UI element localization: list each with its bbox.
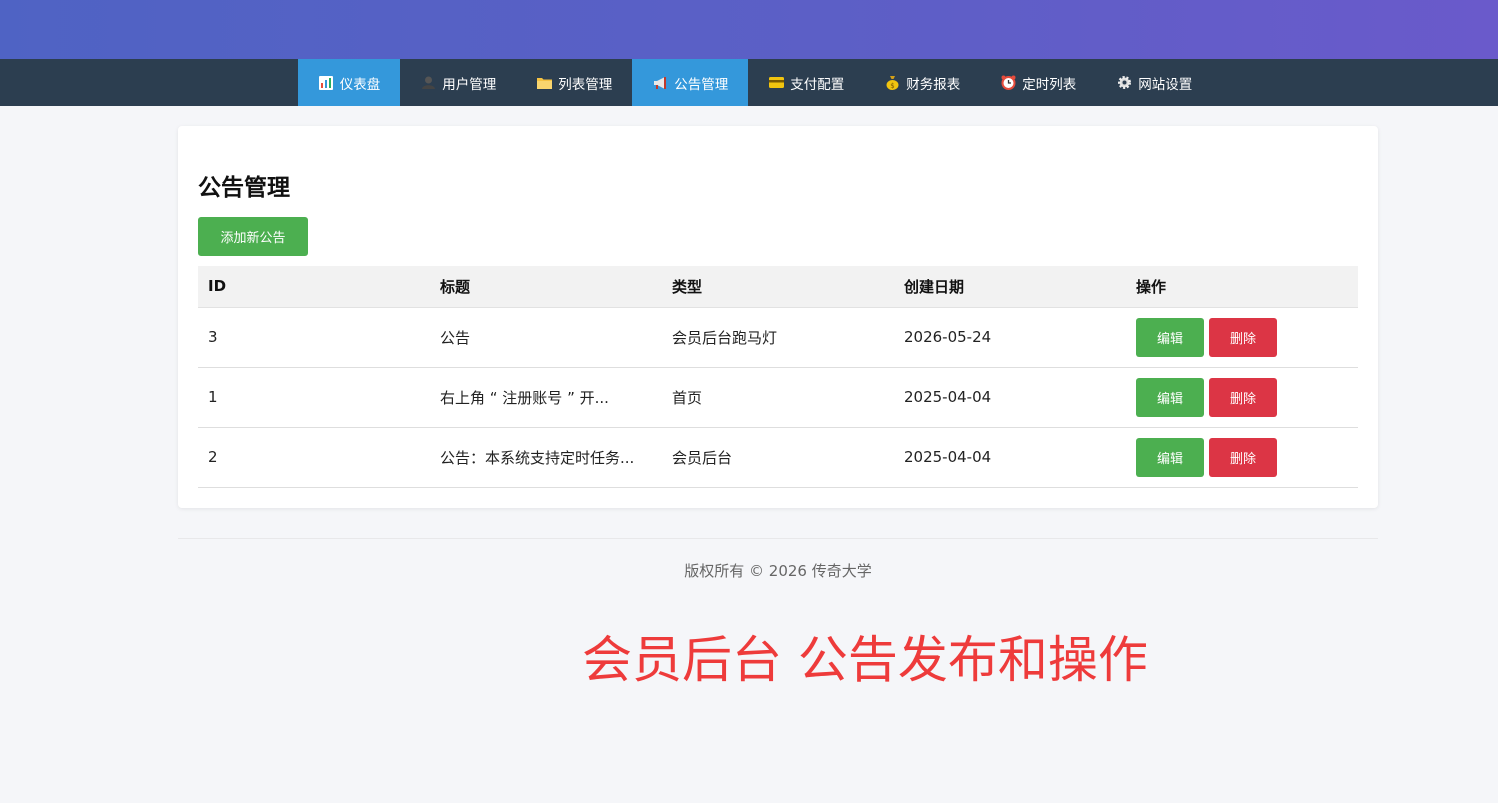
nav-item-dashboard[interactable]: 仪表盘 [297, 59, 401, 106]
money-bag-icon: $ [884, 75, 900, 91]
nav-item-label: 支付配置 [790, 76, 845, 93]
footer-divider [178, 538, 1378, 539]
nav-item-label: 定时列表 [1022, 76, 1077, 93]
nav-items: 仪表盘 用户管理 列表管理 公告管理 支付配置 $ 财务报表 定时列表 网站设置 [297, 59, 1213, 106]
main-nav: 仪表盘 用户管理 列表管理 公告管理 支付配置 $ 财务报表 定时列表 网站设置 [0, 59, 1498, 106]
cell-date: 2025-04-04 [894, 367, 1126, 428]
nav-item-lists[interactable]: 列表管理 [516, 59, 632, 106]
column-header-id: ID [198, 266, 430, 308]
cell-actions: 编辑 删除 [1126, 307, 1358, 368]
cell-actions: 编辑 删除 [1126, 367, 1358, 428]
gear-icon [1116, 75, 1132, 91]
nav-item-finance[interactable]: $ 财务报表 [864, 59, 980, 106]
table-row: 2 公告：本系统支持定时任务... 会员后台 2025-04-04 编辑 删除 [198, 427, 1358, 488]
announcement-table: ID 标题 类型 创建日期 操作 3 公告 会员后台跑马灯 2026-05-24… [198, 266, 1358, 488]
cell-title: 公告：本系统支持定时任务... [430, 427, 662, 488]
credit-card-icon [768, 75, 784, 91]
edit-button[interactable]: 编辑 [1136, 317, 1204, 357]
user-icon [420, 75, 436, 91]
delete-button[interactable]: 删除 [1209, 317, 1277, 357]
table-row: 1 右上角 “ 注册账号 ” 开... 首页 2025-04-04 编辑 删除 [198, 367, 1358, 428]
nav-item-payment[interactable]: 支付配置 [748, 59, 864, 106]
cell-date: 2025-04-04 [894, 427, 1126, 488]
page-title: 公告管理 [198, 175, 290, 201]
copyright-text: 版权所有 © 2026 传奇大学 [684, 562, 872, 580]
edit-button[interactable]: 编辑 [1136, 377, 1204, 417]
megaphone-icon [652, 75, 668, 91]
nav-item-schedule[interactable]: 定时列表 [980, 59, 1096, 106]
nav-item-label: 公告管理 [674, 76, 729, 93]
delete-button[interactable]: 删除 [1209, 437, 1277, 477]
alarm-clock-icon [1000, 75, 1016, 91]
bar-chart-icon [318, 75, 334, 91]
cell-type: 首页 [662, 367, 894, 428]
cell-type: 会员后台 [662, 427, 894, 488]
cell-title: 右上角 “ 注册账号 ” 开... [430, 367, 662, 428]
cell-type: 会员后台跑马灯 [662, 307, 894, 368]
nav-item-users[interactable]: 用户管理 [400, 59, 516, 106]
column-header-actions: 操作 [1126, 266, 1358, 308]
svg-text:$: $ [890, 82, 894, 90]
edit-button[interactable]: 编辑 [1136, 437, 1204, 477]
top-banner [0, 0, 1498, 59]
cell-id: 1 [198, 367, 430, 428]
nav-item-label: 用户管理 [442, 76, 497, 93]
cell-id: 2 [198, 427, 430, 488]
cell-title: 公告 [430, 307, 662, 368]
folder-icon [536, 75, 552, 91]
table-header-row: ID 标题 类型 创建日期 操作 [198, 266, 1358, 308]
nav-item-settings[interactable]: 网站设置 [1096, 59, 1212, 106]
title-text: 公告：本系统支持定时任务... [440, 448, 635, 467]
delete-button[interactable]: 删除 [1209, 377, 1277, 417]
column-header-date: 创建日期 [894, 266, 1126, 308]
table-row: 3 公告 会员后台跑马灯 2026-05-24 编辑 删除 [198, 307, 1358, 368]
cell-id: 3 [198, 307, 430, 368]
announcement-card: 公告管理 添加新公告 ID 标题 类型 创建日期 操作 3 公告 会员后台跑马灯… [178, 126, 1378, 508]
column-header-title: 标题 [430, 266, 662, 308]
add-announcement-button[interactable]: 添加新公告 [198, 217, 308, 256]
overlay-caption: 会员后台 公告发布和操作 [582, 631, 1148, 689]
nav-item-label: 财务报表 [906, 76, 961, 93]
column-header-type: 类型 [662, 266, 894, 308]
title-text: 右上角 “ 注册账号 ” 开... [440, 388, 609, 407]
nav-item-label: 列表管理 [558, 76, 613, 93]
nav-item-label: 仪表盘 [339, 76, 381, 93]
cell-actions: 编辑 删除 [1126, 427, 1358, 488]
cell-date: 2026-05-24 [894, 307, 1126, 368]
nav-item-label: 网站设置 [1138, 76, 1193, 93]
title-text: 公告 [440, 328, 471, 347]
nav-item-announcements[interactable]: 公告管理 [632, 59, 749, 106]
